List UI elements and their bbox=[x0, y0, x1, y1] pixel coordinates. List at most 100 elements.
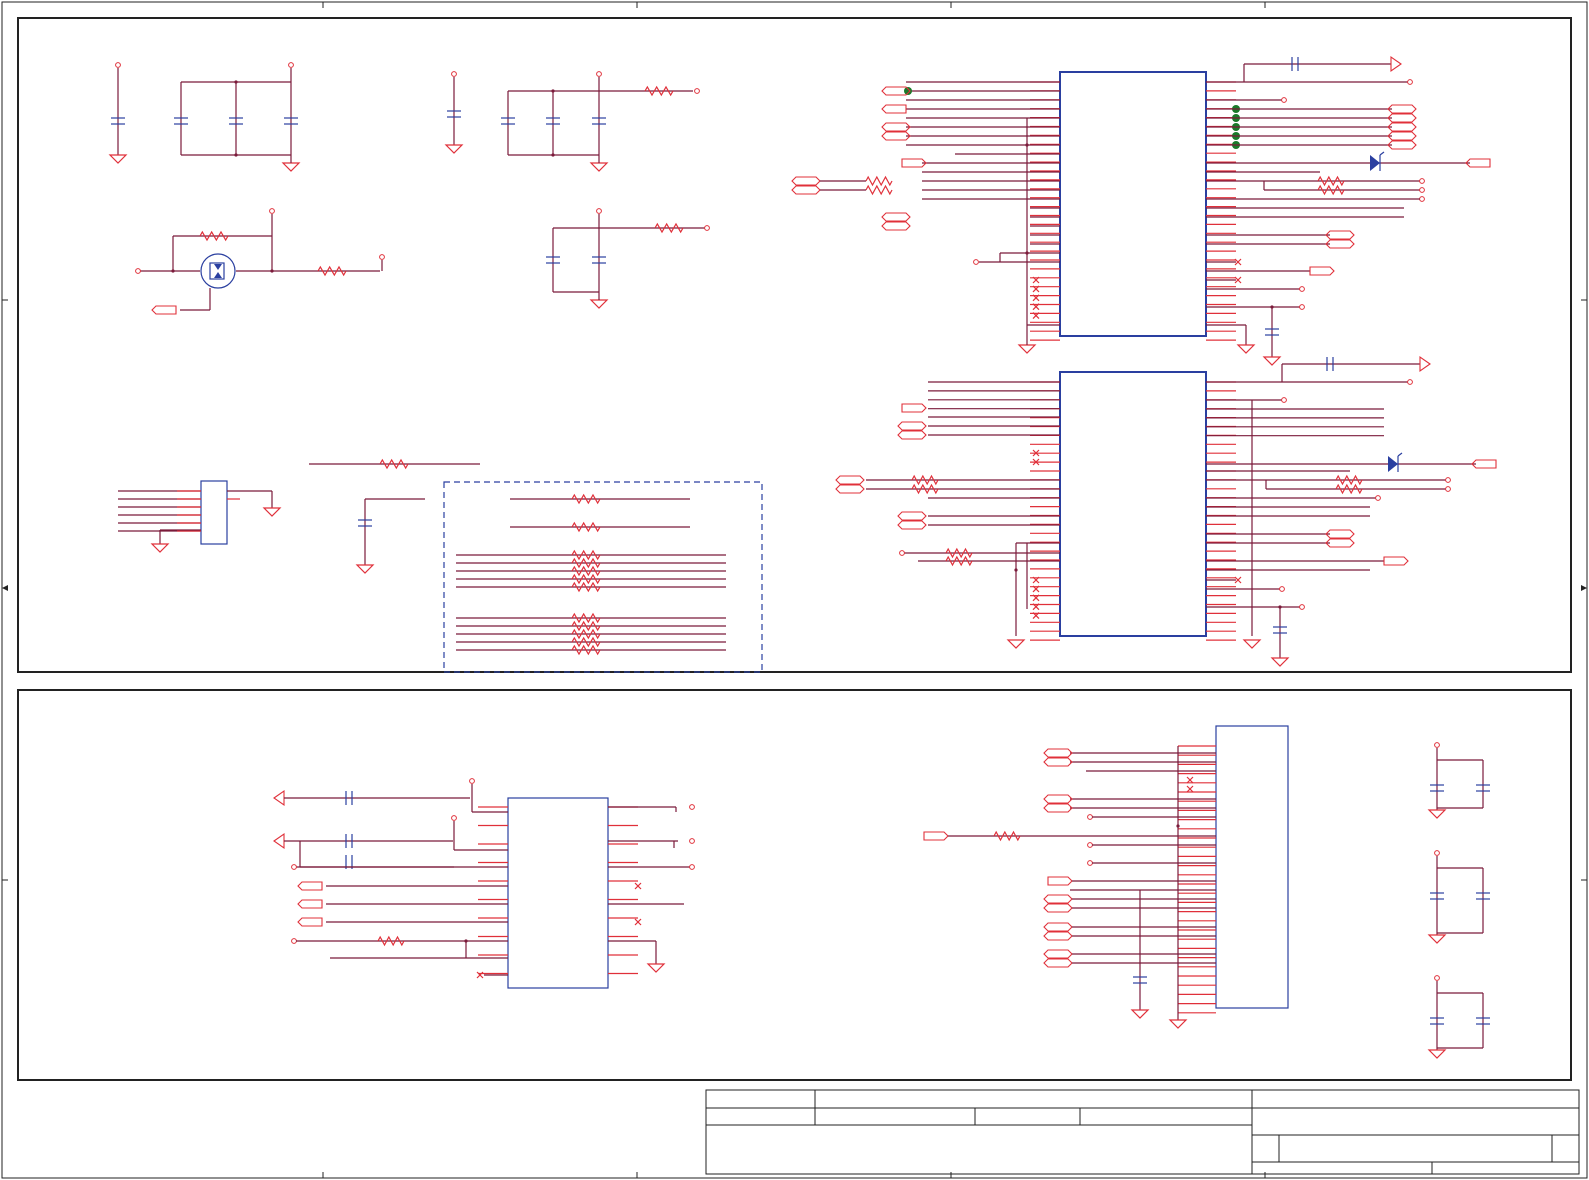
ground-triangle-icon bbox=[355, 564, 375, 574]
power-pin-icon bbox=[1281, 97, 1287, 103]
net-port-arrow-icon bbox=[901, 403, 927, 413]
resistor-icon bbox=[945, 555, 973, 567]
resistor-icon bbox=[945, 547, 973, 559]
power-pin-icon bbox=[291, 864, 297, 870]
junction-dot bbox=[904, 87, 912, 95]
power-pin-icon bbox=[1299, 604, 1305, 610]
net-port-arrow-icon bbox=[881, 104, 907, 114]
net-port-arrow-icon bbox=[1043, 931, 1073, 941]
ic-u2 bbox=[1059, 371, 1207, 637]
ground-triangle-icon bbox=[1236, 344, 1256, 354]
net-port-arrow-icon bbox=[897, 430, 927, 440]
resistor-icon bbox=[571, 557, 601, 569]
resistor-icon bbox=[911, 483, 939, 495]
net-port-arrow-icon bbox=[1043, 794, 1073, 804]
power-pin-icon bbox=[596, 71, 602, 77]
resistor-icon bbox=[1317, 175, 1345, 187]
junction bbox=[270, 269, 274, 273]
resistor-icon bbox=[199, 230, 229, 242]
junction bbox=[234, 153, 238, 157]
junction bbox=[551, 153, 555, 157]
net-port-arrow-icon bbox=[1309, 266, 1335, 276]
ground-triangle-icon bbox=[1262, 356, 1282, 366]
junction bbox=[551, 89, 555, 93]
resistor-icon bbox=[317, 265, 347, 277]
power-pin-icon bbox=[451, 71, 457, 77]
power-pin-icon bbox=[291, 938, 297, 944]
net-port-arrow-icon bbox=[1043, 903, 1073, 913]
resistor-icon bbox=[571, 636, 601, 648]
power-pin-icon bbox=[1299, 286, 1305, 292]
power-pin-icon bbox=[451, 815, 457, 821]
top-panel bbox=[17, 17, 1572, 673]
ground-triangle-icon bbox=[1427, 1049, 1447, 1059]
power-pin-icon bbox=[899, 550, 905, 556]
net-port-arrow-icon bbox=[1043, 757, 1073, 767]
resistor-icon bbox=[571, 644, 601, 656]
ground-triangle-icon bbox=[281, 162, 301, 172]
power-pin-icon bbox=[1407, 79, 1413, 85]
ground-triangle-icon bbox=[1270, 657, 1290, 667]
mosfet-icon bbox=[200, 253, 236, 289]
power-pin-icon bbox=[1419, 196, 1425, 202]
resistor-icon bbox=[571, 628, 601, 640]
ground-triangle-icon bbox=[1017, 344, 1037, 354]
net-port-arrow-icon bbox=[881, 212, 911, 222]
resistor-icon bbox=[571, 573, 601, 585]
title-block bbox=[705, 1089, 1580, 1175]
net-port-arrow-icon bbox=[1390, 55, 1402, 73]
junction bbox=[1176, 824, 1180, 828]
resistor-icon bbox=[571, 565, 601, 577]
resistor-icon bbox=[865, 175, 893, 187]
net-port-arrow-icon bbox=[1325, 239, 1355, 249]
schematic-canvas bbox=[1, 1, 1588, 1179]
net-port-arrow-icon bbox=[1387, 140, 1417, 150]
power-pin-icon bbox=[379, 254, 385, 260]
junction bbox=[1014, 568, 1018, 572]
power-pin-icon bbox=[1445, 486, 1451, 492]
net-port-arrow-icon bbox=[1043, 922, 1073, 932]
net-port-arrow-icon bbox=[1047, 876, 1073, 886]
net-port-arrow-icon bbox=[1043, 949, 1073, 959]
net-port-arrow-icon bbox=[1325, 230, 1355, 240]
ic-u3 bbox=[507, 797, 609, 989]
net-port-arrow-icon bbox=[1325, 529, 1355, 539]
net-port-arrow-icon bbox=[273, 832, 285, 850]
ground-triangle-icon bbox=[589, 162, 609, 172]
power-pin-icon bbox=[596, 208, 602, 214]
ground-triangle-icon bbox=[1130, 1009, 1150, 1019]
resistor-icon bbox=[911, 474, 939, 486]
net-port-arrow-icon bbox=[1325, 538, 1355, 548]
ground-triangle-icon bbox=[1427, 809, 1447, 819]
diode-icon bbox=[1388, 452, 1403, 472]
power-pin-icon bbox=[1419, 178, 1425, 184]
ic-u4-connector bbox=[1215, 725, 1289, 1009]
power-pin-icon bbox=[973, 259, 979, 265]
resistor-icon bbox=[1335, 483, 1363, 495]
resistor-icon bbox=[993, 830, 1021, 842]
ground-triangle-icon bbox=[646, 963, 666, 973]
power-pin-icon bbox=[689, 804, 695, 810]
net-port-arrow-icon bbox=[1043, 958, 1073, 968]
power-pin-icon bbox=[1445, 477, 1451, 483]
power-pin-icon bbox=[469, 778, 475, 784]
resistor-icon bbox=[571, 549, 601, 561]
net-port-arrow-icon bbox=[897, 421, 927, 431]
power-pin-icon bbox=[1434, 742, 1440, 748]
resistor-icon bbox=[571, 612, 601, 624]
power-pin-icon bbox=[704, 225, 710, 231]
diode-icon bbox=[1370, 151, 1385, 171]
net-port-arrow-icon bbox=[897, 511, 927, 521]
net-port-arrow-icon bbox=[835, 475, 865, 485]
ground-triangle-icon bbox=[1168, 1019, 1188, 1029]
ground-triangle-icon bbox=[1242, 639, 1262, 649]
ground-triangle-icon bbox=[262, 507, 282, 517]
ground-triangle-icon bbox=[1006, 639, 1026, 649]
junction bbox=[234, 80, 238, 84]
power-pin-icon bbox=[1087, 860, 1093, 866]
resistor-network-box bbox=[443, 481, 763, 673]
net-port-arrow-icon bbox=[881, 221, 911, 231]
net-port-arrow-icon bbox=[297, 899, 323, 909]
net-port-arrow-icon bbox=[791, 185, 821, 195]
ground-triangle-icon bbox=[444, 144, 464, 154]
